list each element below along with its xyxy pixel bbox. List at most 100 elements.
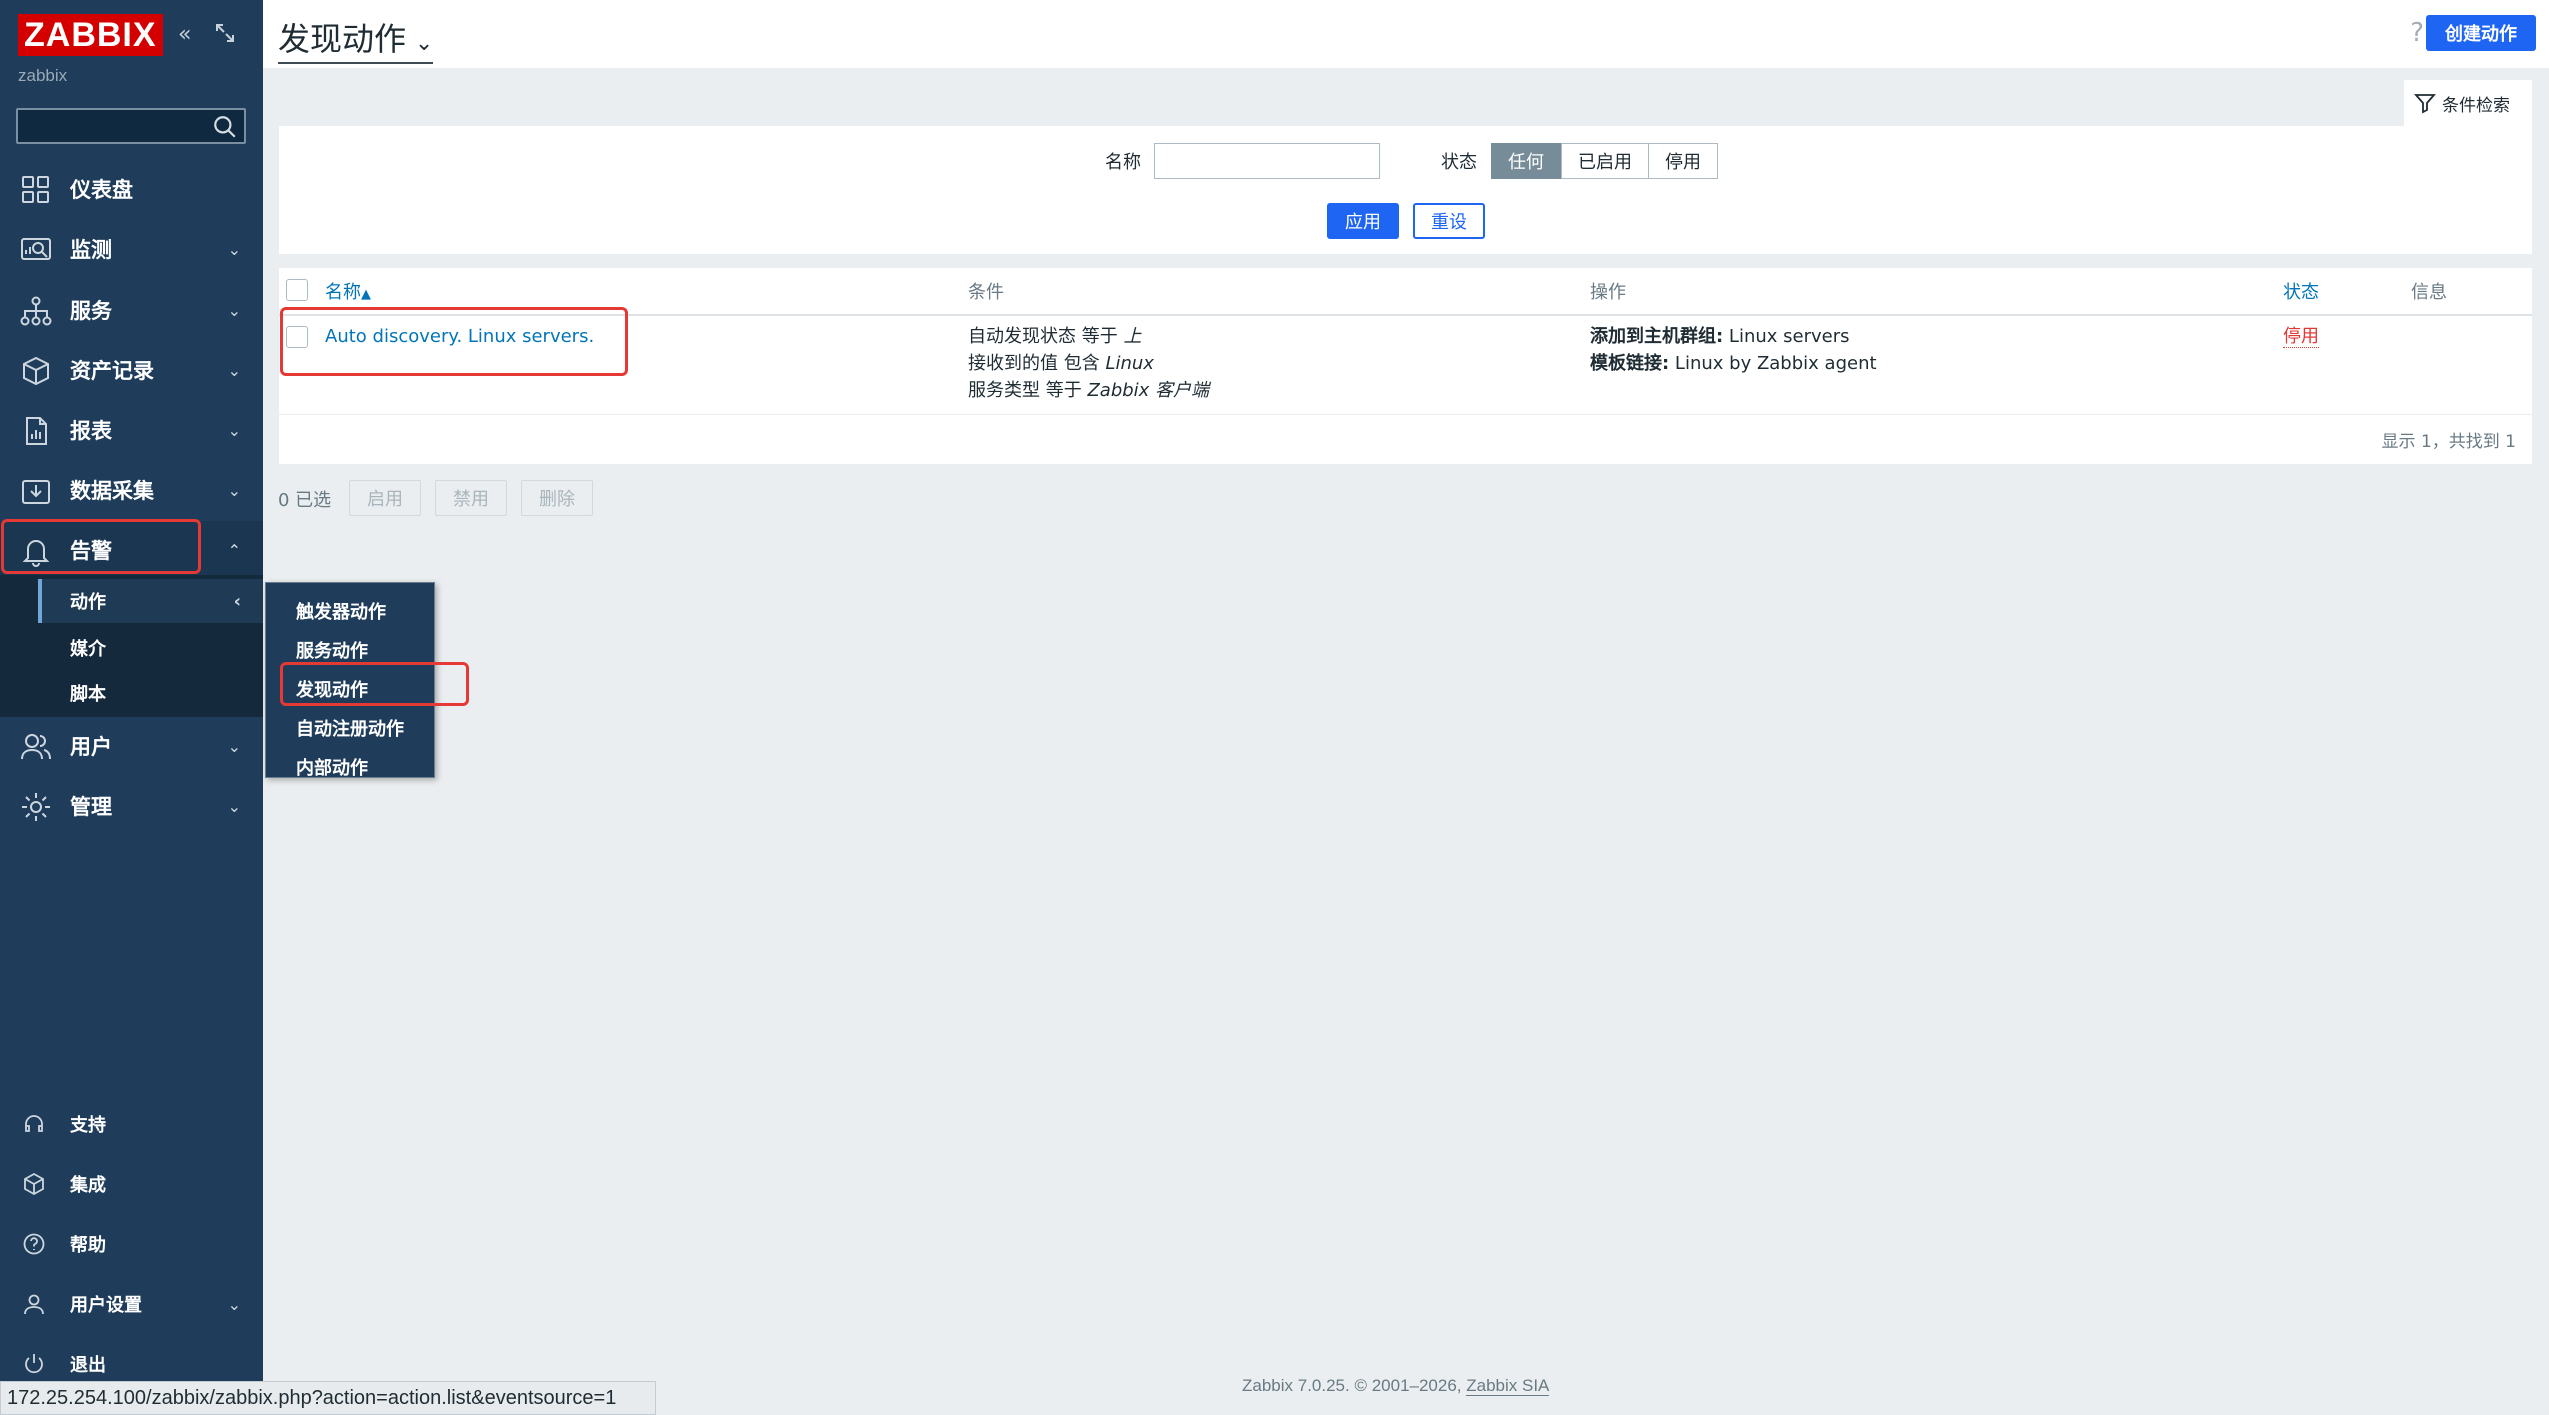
chevron-down-icon: ⌄ <box>227 736 241 756</box>
dashboard-icon <box>22 176 49 203</box>
menu-help[interactable]: 帮助 <box>0 1220 263 1268</box>
collapse-sidebar-icon[interactable]: « <box>178 22 191 47</box>
sort-asc-icon: ▲ <box>361 287 371 302</box>
menu-label: 帮助 <box>70 1235 106 1256</box>
menu-monitoring[interactable]: 监测 ⌄ <box>0 220 263 278</box>
status-any-option[interactable]: 任何 <box>1491 143 1561 179</box>
menu-label: 告警 <box>70 539 112 563</box>
mass-delete-button[interactable]: 删除 <box>521 480 593 516</box>
popup-service-actions[interactable]: 服务动作 <box>266 630 434 669</box>
menu-data-collection[interactable]: 数据采集 ⌄ <box>0 461 263 519</box>
footer-text: Zabbix 7.0.25. © 2001–2026, <box>1242 1376 1467 1395</box>
menu-label: 资产记录 <box>70 359 154 383</box>
name-filter-input[interactable] <box>1154 143 1380 179</box>
services-icon <box>20 296 52 326</box>
page-header: 发现动作 ⌄ ? 创建动作 <box>263 0 2549 68</box>
menu-alerts[interactable]: 告警 ⌃ <box>0 521 263 579</box>
submenu-scripts[interactable]: 脚本 <box>38 671 263 715</box>
menu-dashboard[interactable]: 仪表盘 <box>0 160 263 218</box>
row-checkbox[interactable] <box>286 326 308 348</box>
submenu-media[interactable]: 媒介 <box>38 626 263 670</box>
menu-label: 集成 <box>70 1175 106 1196</box>
browser-status-bar: 172.25.254.100/zabbix/zabbix.php?action=… <box>0 1381 656 1415</box>
condition-line: 接收到的值 包含 Linux <box>968 350 1209 377</box>
menu-label: 监测 <box>70 238 112 262</box>
user-icon <box>24 1294 44 1315</box>
column-info: 信息 <box>2411 282 2447 303</box>
host-name: zabbix <box>18 66 68 85</box>
status-badge[interactable]: 停用 <box>2283 323 2319 350</box>
chevron-down-icon: ⌄ <box>227 796 241 816</box>
operation-line: 添加到主机群组: Linux servers <box>1590 323 1877 350</box>
popup-discovery-actions[interactable]: 发现动作 <box>266 669 434 708</box>
popup-label: 服务动作 <box>296 640 368 662</box>
popup-label: 发现动作 <box>296 679 368 701</box>
help-icon[interactable]: ? <box>2410 18 2424 48</box>
menu-support[interactable]: 支持 <box>0 1100 263 1148</box>
condition-value: Zabbix 客户端 <box>1087 380 1210 401</box>
integrations-icon <box>24 1172 44 1196</box>
column-operations: 操作 <box>1590 282 1626 303</box>
submenu-actions[interactable]: 动作 ‹ <box>38 579 263 623</box>
condition-text: 服务类型 等于 <box>968 380 1088 401</box>
chevron-down-icon: ⌄ <box>227 239 241 259</box>
operation-value: Linux servers <box>1723 326 1850 347</box>
sidebar-search-input[interactable] <box>16 108 246 144</box>
select-all-checkbox[interactable] <box>286 279 308 301</box>
bell-icon <box>22 540 50 567</box>
chevron-down-icon: ⌄ <box>227 420 241 440</box>
mass-enable-button[interactable]: 启用 <box>349 480 421 516</box>
data-collection-icon <box>22 480 50 504</box>
filter-tab[interactable]: 条件检索 <box>2404 80 2532 126</box>
reset-button[interactable]: 重设 <box>1413 203 1485 239</box>
chevron-down-icon: ⌄ <box>414 30 434 55</box>
power-icon <box>25 1354 43 1374</box>
status-text: 停用 <box>2283 326 2319 348</box>
create-action-button[interactable]: 创建动作 <box>2426 15 2536 51</box>
action-name-link[interactable]: Auto discovery. Linux servers. <box>325 323 594 350</box>
popup-internal-actions[interactable]: 内部动作 <box>266 747 434 786</box>
column-status[interactable]: 状态 <box>2283 278 2319 304</box>
menu-label: 管理 <box>70 795 112 819</box>
page-title[interactable]: 发现动作 ⌄ <box>278 14 434 64</box>
action-conditions: 自动发现状态 等于 上 接收到的值 包含 Linux 服务类型 等于 Zabbi… <box>968 323 1209 404</box>
popup-trigger-actions[interactable]: 触发器动作 <box>266 591 434 630</box>
menu-user-settings[interactable]: 用户设置 ⌄ <box>0 1280 263 1328</box>
menu-administration[interactable]: 管理 ⌄ <box>0 777 263 835</box>
users-icon <box>21 734 51 760</box>
zabbix-logo[interactable]: ZABBIX <box>18 14 163 56</box>
help-icon <box>23 1233 45 1255</box>
menu-inventory[interactable]: 资产记录 ⌄ <box>0 341 263 399</box>
submenu-label: 动作 <box>70 592 106 613</box>
column-conditions: 条件 <box>968 282 1004 303</box>
menu-reports[interactable]: 报表 ⌄ <box>0 401 263 459</box>
selected-count: 0 已选 <box>278 490 332 511</box>
chevron-down-icon: ⌄ <box>227 480 241 500</box>
footer-link[interactable]: Zabbix SIA <box>1466 1376 1550 1396</box>
row-divider <box>279 414 2532 415</box>
operation-line: 模板链接: Linux by Zabbix agent <box>1590 350 1877 377</box>
status-enabled-option[interactable]: 已启用 <box>1561 143 1649 179</box>
status-disabled-option[interactable]: 停用 <box>1648 143 1718 179</box>
menu-integrations[interactable]: 集成 <box>0 1160 263 1208</box>
menu-users[interactable]: 用户 ⌄ <box>0 717 263 775</box>
gear-icon <box>22 793 50 821</box>
page-title-text: 发现动作 <box>278 21 407 57</box>
table-count: 显示 1，共找到 1 <box>2381 432 2516 452</box>
condition-text: 自动发现状态 等于 <box>968 326 1124 347</box>
menu-services[interactable]: 服务 ⌄ <box>0 281 263 339</box>
reports-icon <box>26 417 47 445</box>
search-icon[interactable] <box>212 114 238 140</box>
kiosk-mode-icon[interactable] <box>214 22 236 50</box>
filter-panel: 名称 状态 任何 已启用 停用 应用 重设 <box>279 126 2532 254</box>
filter-tab-label: 条件检索 <box>2442 95 2510 116</box>
filter-icon <box>2414 94 2436 114</box>
chevron-left-icon: ‹ <box>233 590 241 612</box>
operation-value: Linux by Zabbix agent <box>1669 353 1877 374</box>
condition-text: 接收到的值 包含 <box>968 353 1106 374</box>
apply-button[interactable]: 应用 <box>1327 203 1399 239</box>
mass-disable-button[interactable]: 禁用 <box>435 480 507 516</box>
column-name[interactable]: 名称▲ <box>325 278 371 304</box>
actions-table: 名称▲ 条件 操作 状态 信息 Auto discovery. Linux se… <box>279 268 2532 464</box>
popup-autoregistration-actions[interactable]: 自动注册动作 <box>266 708 434 747</box>
